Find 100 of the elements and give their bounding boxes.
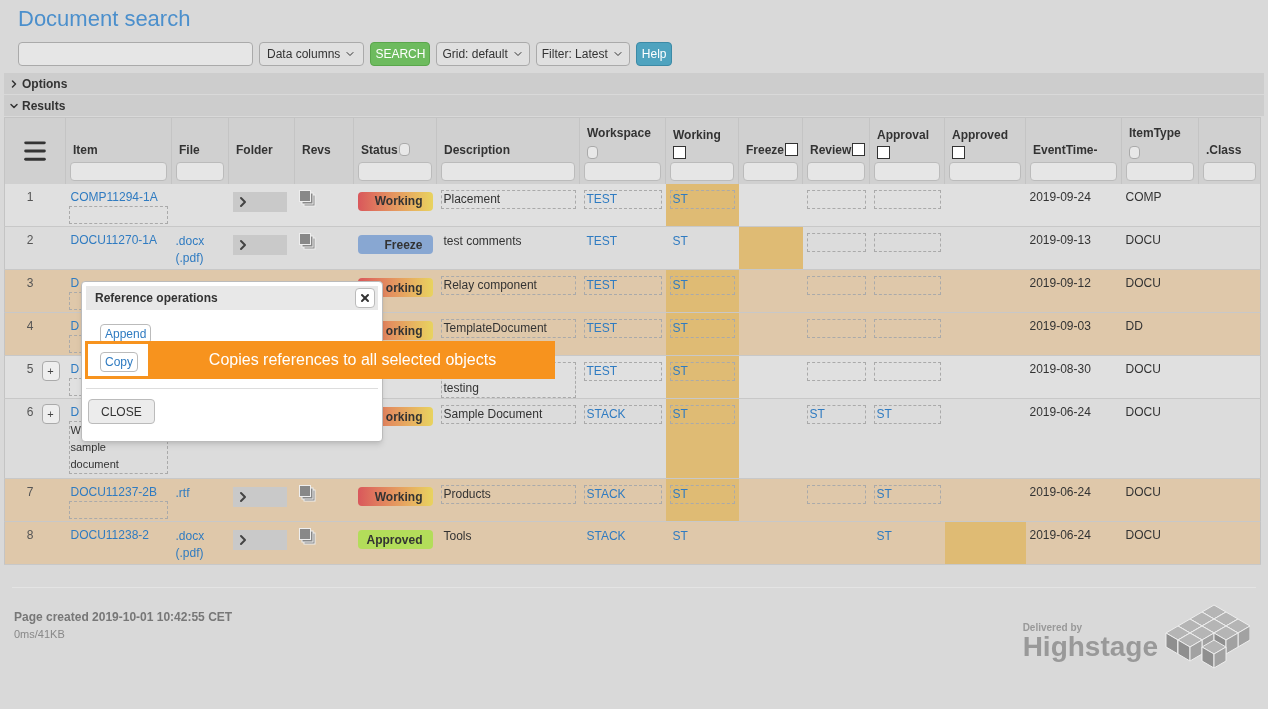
- column-header[interactable]: Revs: [302, 140, 331, 159]
- column-header[interactable]: Status: [361, 140, 398, 159]
- row-number: 7: [26, 485, 34, 499]
- folder-button[interactable]: [232, 530, 287, 550]
- checkbox[interactable]: [673, 145, 686, 159]
- row-number: 8: [26, 528, 34, 542]
- column-filter-field[interactable]: [807, 161, 865, 181]
- editable-field[interactable]: [806, 233, 866, 252]
- row-number: 3: [26, 276, 34, 290]
- brand-name: Highstage: [1022, 633, 1158, 661]
- editable-field[interactable]: Products: [440, 485, 576, 504]
- filter-dropdown[interactable]: Filter: Latest: [535, 42, 630, 66]
- item-type: DOCU: [1125, 485, 1161, 499]
- row-number: 5: [26, 362, 34, 376]
- event-date: 2019-08-30: [1029, 362, 1091, 376]
- revisions-icon[interactable]: [298, 233, 316, 250]
- revisions-icon[interactable]: [298, 485, 316, 502]
- expand-button[interactable]: +: [41, 361, 60, 381]
- dialog-close-button[interactable]: CLOSE: [88, 399, 155, 424]
- tooltip: Copies references to all selected objects: [150, 341, 555, 379]
- editable-field[interactable]: [806, 485, 866, 504]
- event-date: 2019-06-24: [1029, 528, 1091, 542]
- checkbox[interactable]: [785, 143, 798, 156]
- operation-button[interactable]: Append: [100, 324, 152, 344]
- close-icon: [359, 292, 371, 304]
- row-number: 4: [26, 319, 34, 333]
- item-type: DOCU: [1125, 233, 1161, 247]
- result-row[interactable]: 8 DOCU11238-2 .docx (.pdf) Approved Tools STACK ST ST 2019-06-24 DOCU: [4, 521, 1261, 565]
- column-header[interactable]: Review: [810, 140, 852, 159]
- column-filter-field[interactable]: [743, 161, 798, 181]
- editable-field[interactable]: [806, 276, 866, 295]
- revisions-icon[interactable]: [298, 189, 316, 207]
- column-filter-field[interactable]: [949, 161, 1021, 181]
- column-filter-field[interactable]: [441, 161, 575, 181]
- column-header[interactable]: Approved: [952, 125, 1008, 144]
- grid-dropdown[interactable]: Grid: default: [436, 42, 530, 66]
- filter-menu-button[interactable]: [398, 143, 410, 156]
- column-filter-field[interactable]: [358, 161, 432, 181]
- search-field[interactable]: [18, 42, 253, 66]
- dialog-title: Reference operations: [95, 290, 218, 307]
- column-filter-field[interactable]: [1030, 161, 1117, 181]
- result-row[interactable]: 1 COMP11294-1A Working Placement TEST ST 2019-09-24 COMP: [4, 183, 1261, 227]
- revisions-icon[interactable]: [298, 528, 316, 545]
- close-button[interactable]: [355, 288, 375, 308]
- column-header[interactable]: ItemType: [1129, 123, 1181, 142]
- column-header[interactable]: Folder: [236, 140, 273, 159]
- column-header[interactable]: Approval: [877, 125, 929, 144]
- status-badge: Approved: [357, 530, 433, 549]
- editable-field[interactable]: Placement: [440, 189, 576, 209]
- editable-field[interactable]: [806, 319, 866, 338]
- editable-field[interactable]: TemplateDocument: [440, 319, 576, 338]
- column-header[interactable]: Working: [673, 125, 721, 144]
- folder-button[interactable]: [232, 191, 287, 212]
- column-header[interactable]: Item: [73, 140, 98, 159]
- column-filter-field[interactable]: [70, 161, 167, 181]
- operation-button[interactable]: Copy: [100, 352, 138, 372]
- result-row[interactable]: 2 DOCU11270-1A .docx (.pdf) Freeze test comments TEST ST 2019-09-13 DOCU: [4, 226, 1261, 270]
- editable-field[interactable]: [806, 362, 866, 381]
- column-filter-field[interactable]: [670, 161, 734, 181]
- checkbox[interactable]: [952, 145, 965, 159]
- column-filter-field[interactable]: [176, 161, 224, 181]
- editable-field[interactable]: [873, 233, 941, 252]
- column-header[interactable]: .Class: [1206, 140, 1242, 159]
- result-row[interactable]: 7 DOCU11237-2B .rtf Working Products STACK ST ST 2019-06-24 DOCU: [4, 478, 1261, 522]
- editable-field[interactable]: [873, 276, 941, 295]
- editable-field[interactable]: Relay component: [440, 276, 576, 295]
- comment-field[interactable]: [68, 501, 168, 519]
- editable-field[interactable]: Sample Document: [440, 405, 576, 424]
- column-header[interactable]: EventTime-: [1033, 140, 1098, 159]
- checkbox[interactable]: [852, 143, 865, 156]
- comment-field[interactable]: [68, 205, 168, 224]
- data-columns-dropdown[interactable]: Data columns: [259, 42, 365, 66]
- folder-button[interactable]: [232, 487, 287, 507]
- page-created-text: Page created 2019-10-01 10:42:55 CET: [14, 609, 233, 626]
- page-title: Document search: [18, 5, 192, 33]
- expand-button[interactable]: +: [41, 404, 60, 424]
- column-filter-field[interactable]: [874, 161, 940, 181]
- editable-field[interactable]: [873, 319, 941, 338]
- column-filter-field[interactable]: [1126, 161, 1194, 181]
- event-date: 2019-06-24: [1029, 485, 1091, 499]
- column-header[interactable]: Freeze: [746, 140, 785, 159]
- column-header[interactable]: File: [179, 140, 200, 159]
- section-header[interactable]: Results: [4, 95, 1264, 116]
- checkbox[interactable]: [877, 145, 890, 159]
- column-header[interactable]: Workspace: [587, 123, 651, 142]
- folder-button[interactable]: [232, 235, 287, 255]
- editable-field[interactable]: [873, 189, 941, 209]
- section-header[interactable]: Options: [4, 73, 1264, 94]
- editable-field[interactable]: [873, 362, 941, 381]
- filter-menu-button[interactable]: [1129, 145, 1140, 159]
- cell-text: Tools: [442, 528, 473, 545]
- column-filter-field[interactable]: [1203, 161, 1256, 181]
- editable-field[interactable]: [806, 189, 866, 209]
- item-type: DOCU: [1125, 528, 1161, 542]
- column-header[interactable]: Description: [444, 140, 510, 159]
- event-date: 2019-09-03: [1029, 319, 1091, 333]
- column-filter-field[interactable]: [584, 161, 661, 181]
- cell-text: test comments: [442, 233, 523, 250]
- filter-menu-button[interactable]: [587, 145, 598, 159]
- status-badge: Working: [357, 191, 433, 211]
